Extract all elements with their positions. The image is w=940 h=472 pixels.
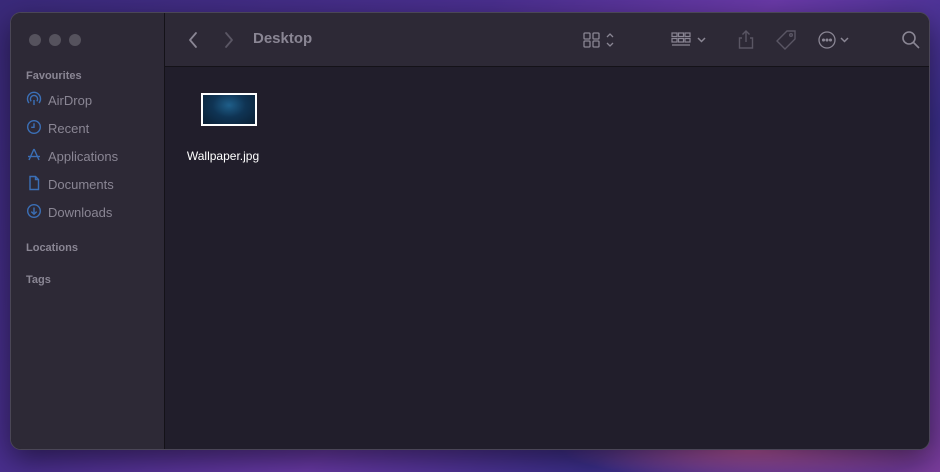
sidebar-item-label: Applications [48, 148, 119, 164]
sidebar-item-applications[interactable]: Applications [26, 145, 118, 167]
tag-icon[interactable] [775, 29, 797, 51]
sidebar-item-label: Documents [48, 176, 114, 192]
airdrop-icon [26, 91, 42, 110]
window-controls [29, 34, 81, 46]
sidebar-item-airdrop[interactable]: AirDrop [26, 89, 92, 111]
zoom-window-button[interactable] [69, 34, 81, 46]
sidebar-item-documents[interactable]: Documents [26, 173, 114, 195]
sidebar-item-label: Recent [48, 120, 90, 136]
minimize-window-button[interactable] [49, 34, 61, 46]
window-title: Desktop [253, 30, 313, 47]
download-icon [26, 203, 42, 222]
sidebar-item-label: AirDrop [48, 92, 93, 108]
back-icon[interactable] [187, 29, 199, 51]
sidebar-item-recent[interactable]: Recent [26, 117, 89, 139]
search-icon[interactable] [901, 29, 921, 51]
file-item[interactable]: Wallpaper.jpg [187, 93, 267, 163]
image-thumbnail[interactable] [201, 93, 257, 126]
favourites-section-title: Favourites [26, 70, 82, 82]
share-icon[interactable] [737, 29, 755, 51]
group-icon[interactable] [671, 29, 709, 51]
file-browser-content: Wallpaper.jpg [165, 67, 929, 449]
sidebar-item-downloads[interactable]: Downloads [26, 201, 112, 223]
file-name: Wallpaper.jpg [186, 149, 260, 163]
forward-icon[interactable] [223, 29, 235, 51]
tags-section-title[interactable]: Tags [26, 274, 51, 286]
applications-icon [26, 147, 42, 166]
close-window-button[interactable] [29, 34, 41, 46]
more-icon[interactable] [817, 29, 853, 51]
grid-view-icon[interactable] [583, 29, 619, 51]
sidebar: Favourites AirDrop Recent Applications D… [11, 13, 165, 449]
locations-section-title[interactable]: Locations [26, 242, 78, 254]
document-icon [26, 175, 42, 194]
toolbar: Desktop [165, 13, 929, 67]
sidebar-item-label: Downloads [48, 204, 113, 220]
clock-icon [26, 119, 42, 138]
finder-window: Favourites AirDrop Recent Applications D… [10, 12, 930, 450]
